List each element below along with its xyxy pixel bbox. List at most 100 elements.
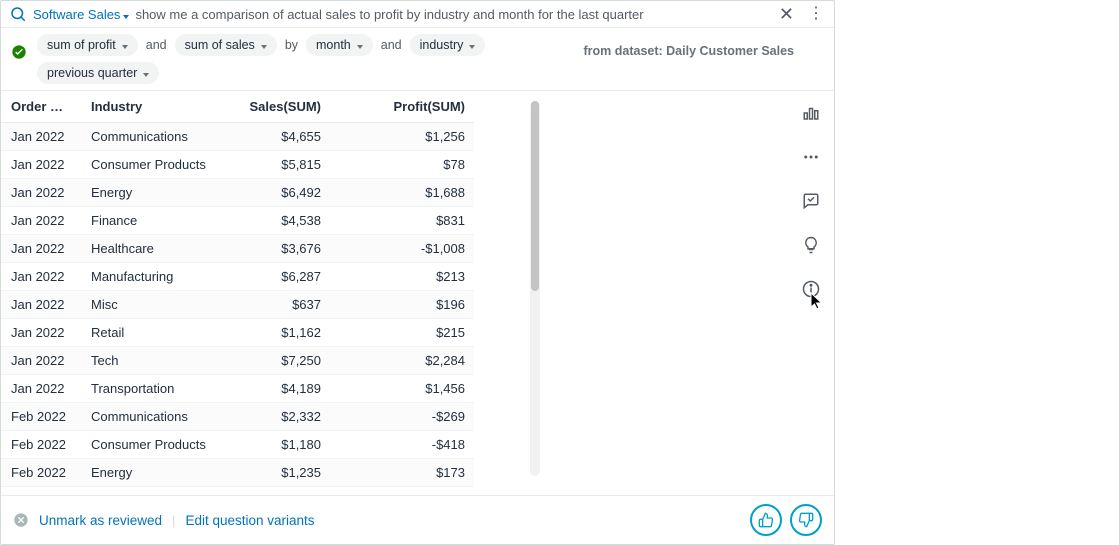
cell: Consumer Products: [81, 151, 226, 179]
cell: $1,456: [331, 375, 475, 403]
scrollbar-track[interactable]: [530, 101, 540, 476]
cell: $1,180: [226, 431, 331, 459]
col-industry[interactable]: Industry: [81, 91, 226, 123]
interpretation-row: sum of profit and sum of sales by month …: [1, 28, 834, 91]
cell: Jan 2022: [1, 179, 81, 207]
cell: Finance: [81, 207, 226, 235]
cell: $2,332: [226, 403, 331, 431]
caret-down-icon: [259, 38, 267, 52]
table-row[interactable]: Jan 2022Communications$4,655$1,256: [1, 123, 475, 151]
cell: $213: [331, 263, 475, 291]
cell: Manufacturing: [81, 263, 226, 291]
feedback-button[interactable]: [797, 187, 825, 215]
results-table: Order D… Industry Sales(SUM) Profit(SUM)…: [1, 91, 475, 495]
query-token-underlined[interactable]: quarter: [602, 7, 643, 22]
cell: Feb 2022: [1, 431, 81, 459]
chip-previous-quarter[interactable]: previous quarter: [37, 62, 159, 84]
cell: $637: [226, 291, 331, 319]
cell: $173: [331, 459, 475, 487]
connector-and-2: and: [379, 38, 404, 52]
table-row[interactable]: Feb 2022Communications$2,332-$269: [1, 403, 475, 431]
cell: Feb 2022: [1, 459, 81, 487]
cell: Jan 2022: [1, 207, 81, 235]
cell: Communications: [81, 123, 226, 151]
connector-by: by: [283, 38, 300, 52]
table-row[interactable]: Jan 2022Healthcare$3,676-$1,008: [1, 235, 475, 263]
cell: Consumer Products: [81, 431, 226, 459]
table-row[interactable]: Jan 2022Tech$7,250$2,284: [1, 347, 475, 375]
chart-type-button[interactable]: [797, 99, 825, 127]
cell: -$1,008: [331, 235, 475, 263]
cell: $196: [331, 291, 475, 319]
cell: Retail: [81, 319, 226, 347]
cell: Jan 2022: [1, 151, 81, 179]
table-row[interactable]: Jan 2022Energy$6,492$1,688: [1, 179, 475, 207]
thumbs-up-button[interactable]: [750, 504, 782, 536]
table-row[interactable]: Jan 2022Misc$637$196: [1, 291, 475, 319]
chip-label: previous quarter: [47, 66, 137, 80]
col-profit-sum[interactable]: Profit(SUM): [331, 91, 475, 123]
table-row[interactable]: Feb 2022Consumer Products$1,180-$418: [1, 431, 475, 459]
table-row[interactable]: Feb 2022Energy$1,235$173: [1, 459, 475, 487]
query-token-underlined[interactable]: profit: [374, 7, 403, 22]
cell: Jan 2022: [1, 319, 81, 347]
caret-down-icon: [122, 7, 129, 22]
cell: -$418: [331, 431, 475, 459]
cell: Misc: [81, 291, 226, 319]
insight-button[interactable]: [797, 231, 825, 259]
query-token-underlined[interactable]: industry: [424, 7, 470, 22]
cell: Feb 2022: [1, 403, 81, 431]
cell: $8,910: [226, 487, 331, 496]
topic-label: Software Sales: [33, 7, 120, 22]
cell: Jan 2022: [1, 347, 81, 375]
table-scroll[interactable]: Order D… Industry Sales(SUM) Profit(SUM)…: [1, 91, 475, 495]
table-row[interactable]: Jan 2022Manufacturing$6,287$213: [1, 263, 475, 291]
chip-label: sum of sales: [185, 38, 255, 52]
cell: $831: [331, 207, 475, 235]
cell: $4,655: [226, 123, 331, 151]
table-row[interactable]: Jan 2022Consumer Products$5,815$78: [1, 151, 475, 179]
col-sales-sum[interactable]: Sales(SUM): [226, 91, 331, 123]
cell: Jan 2022: [1, 263, 81, 291]
cell: Communications: [81, 403, 226, 431]
connector-and: and: [144, 38, 169, 52]
query-token-underlined[interactable]: actual sales: [287, 7, 356, 22]
cell: $6,287: [226, 263, 331, 291]
chip-label: industry: [420, 38, 464, 52]
caret-down-icon: [355, 38, 363, 52]
cell: $1,235: [226, 459, 331, 487]
scrollbar-thumb[interactable]: [531, 101, 539, 291]
table-row[interactable]: Jan 2022Finance$4,538$831: [1, 207, 475, 235]
feedback-thumbs: [750, 504, 822, 536]
separator: |: [172, 513, 175, 528]
table-row[interactable]: Jan 2022Transportation$4,189$1,456: [1, 375, 475, 403]
more-options-button[interactable]: [797, 143, 825, 171]
chip-month[interactable]: month: [306, 34, 373, 56]
kebab-menu-icon[interactable]: ⋮: [806, 6, 826, 22]
footer-bar: Unmark as reviewed | Edit question varia…: [1, 495, 834, 544]
chip-industry[interactable]: industry: [410, 34, 486, 56]
close-button[interactable]: ✕: [773, 5, 800, 23]
info-button[interactable]: [797, 275, 825, 303]
unmark-x-icon[interactable]: [13, 512, 29, 528]
cell: Energy: [81, 179, 226, 207]
topic-select[interactable]: Software Sales: [33, 7, 129, 22]
cell: $3,676: [226, 235, 331, 263]
table-row[interactable]: Feb 2022Finance$8,910$1,400: [1, 487, 475, 496]
cell: Tech: [81, 347, 226, 375]
body-area: Order D… Industry Sales(SUM) Profit(SUM)…: [1, 91, 834, 495]
query-text[interactable]: show me a comparison of actual sales to …: [135, 7, 766, 22]
chip-sum-of-sales[interactable]: sum of sales: [175, 34, 277, 56]
thumbs-down-button[interactable]: [790, 504, 822, 536]
chip-sum-of-profit[interactable]: sum of profit: [37, 34, 138, 56]
caret-down-icon: [467, 38, 475, 52]
cell: $1,162: [226, 319, 331, 347]
col-order-date[interactable]: Order D…: [1, 91, 81, 123]
query-token-underlined[interactable]: month: [498, 7, 534, 22]
cell: $7,250: [226, 347, 331, 375]
query-bar: Software Sales show me a comparison of a…: [1, 1, 834, 28]
unmark-reviewed-link[interactable]: Unmark as reviewed: [39, 513, 162, 528]
cell: $5,815: [226, 151, 331, 179]
table-row[interactable]: Jan 2022Retail$1,162$215: [1, 319, 475, 347]
edit-variants-link[interactable]: Edit question variants: [185, 513, 314, 528]
